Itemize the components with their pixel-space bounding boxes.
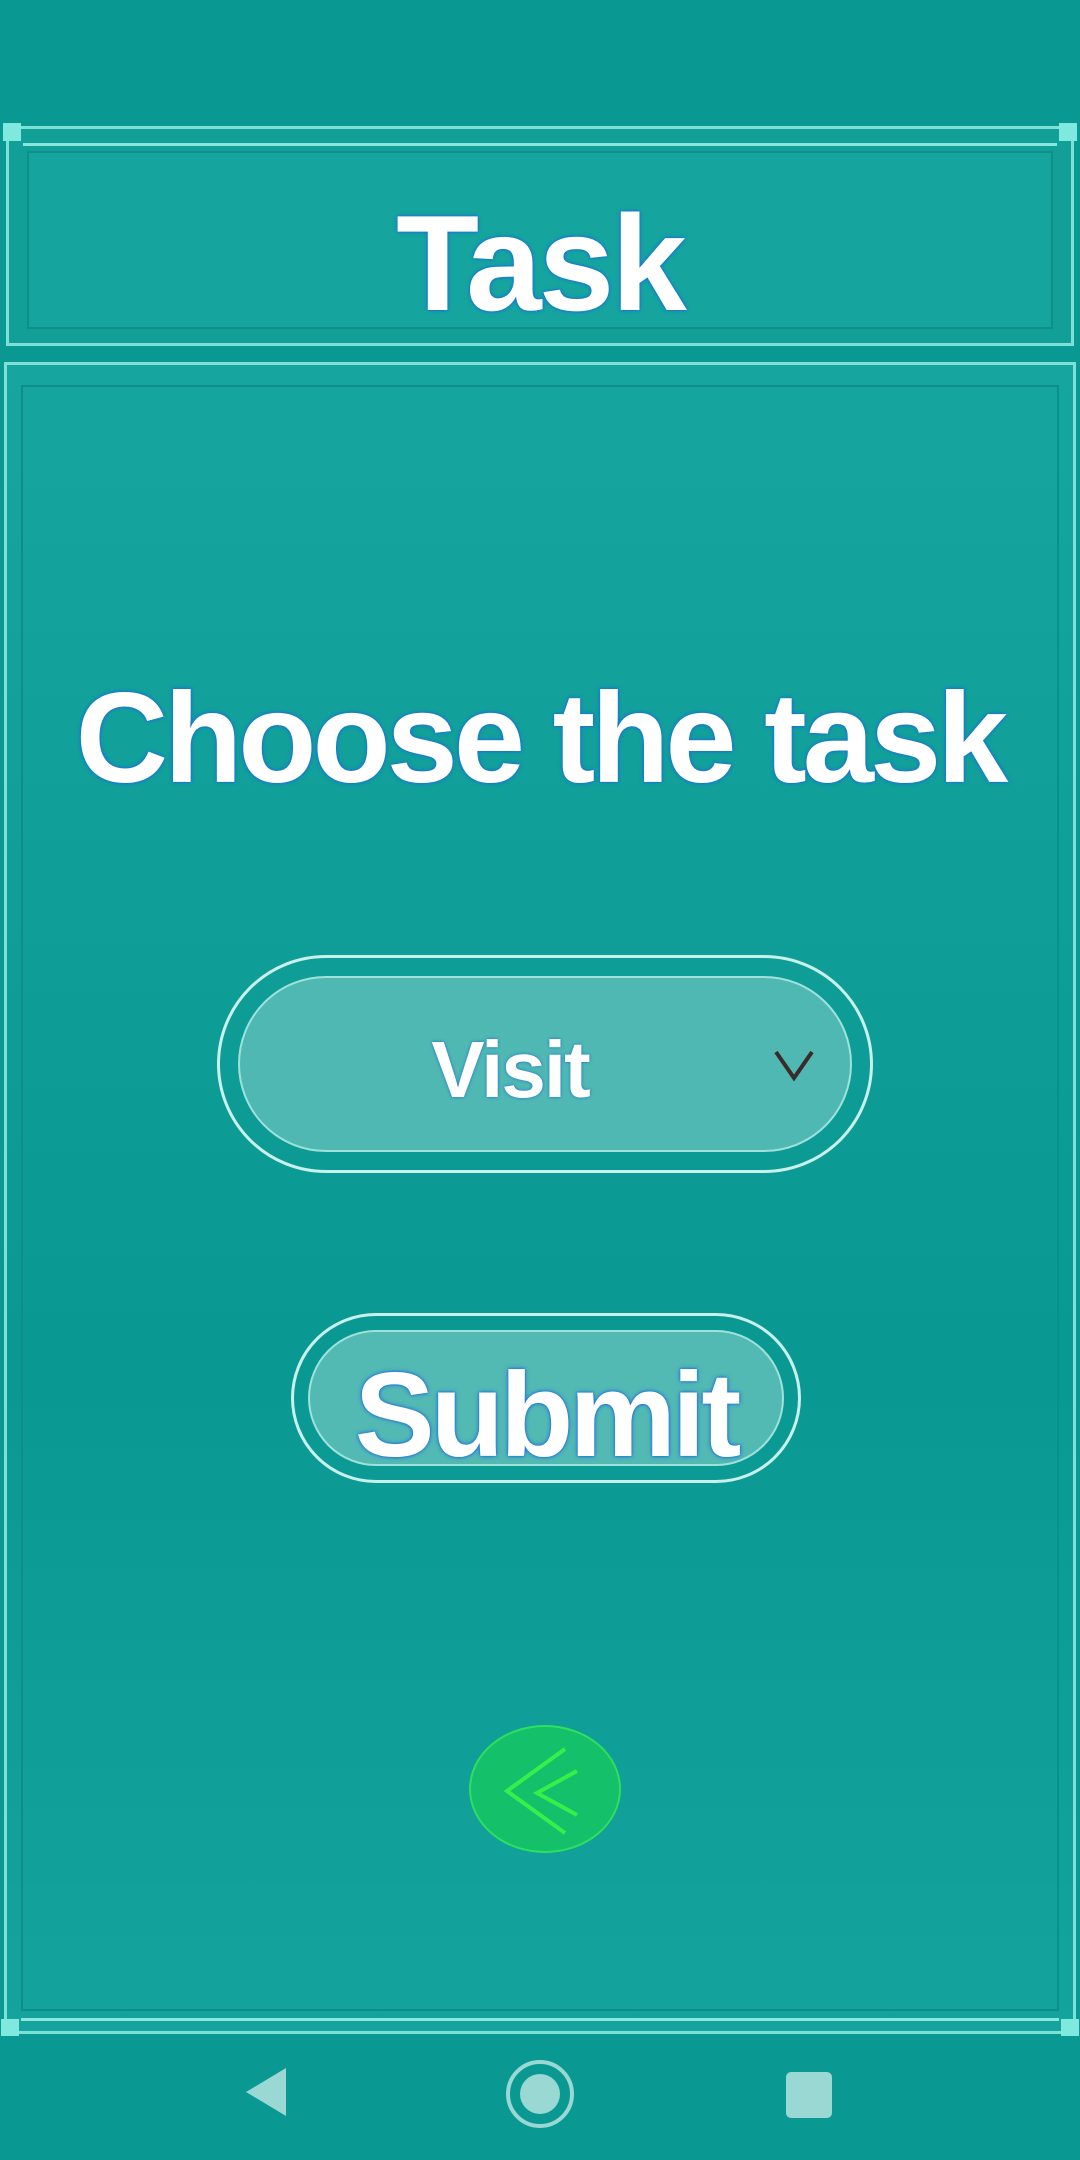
main-panel: Choose the task Visit Submit [1, 362, 1079, 2037]
submit-button-face[interactable]: Submit [308, 1330, 784, 1482]
back-button[interactable] [469, 1725, 621, 1853]
footer-divider [21, 2018, 1059, 2021]
task-select-value: Visit [431, 1025, 591, 1114]
task-select[interactable]: Visit [217, 955, 873, 1173]
frame-corner [3, 123, 21, 141]
screen: Task Choose the task Visit Submit [0, 0, 1080, 2160]
header-panel: Task [3, 123, 1077, 346]
submit-button[interactable]: Submit [291, 1313, 801, 1483]
system-nav-bar [0, 2036, 1080, 2160]
frame-corner [1, 2019, 19, 2037]
frame-corner [1061, 2019, 1079, 2037]
task-select-field[interactable]: Visit [238, 976, 852, 1152]
chevron-down-icon[interactable] [772, 1042, 816, 1086]
frame-corner [1059, 123, 1077, 141]
submit-button-label: Submit [354, 1348, 742, 1482]
task-prompt: Choose the task [75, 667, 1009, 810]
header-divider [23, 143, 1057, 146]
nav-back-icon[interactable] [244, 2066, 288, 2118]
nav-home-icon[interactable] [506, 2060, 574, 2128]
page-title: Task [396, 187, 687, 339]
nav-recents-icon[interactable] [786, 2072, 832, 2118]
double-chevron-left-icon [503, 1747, 578, 1835]
